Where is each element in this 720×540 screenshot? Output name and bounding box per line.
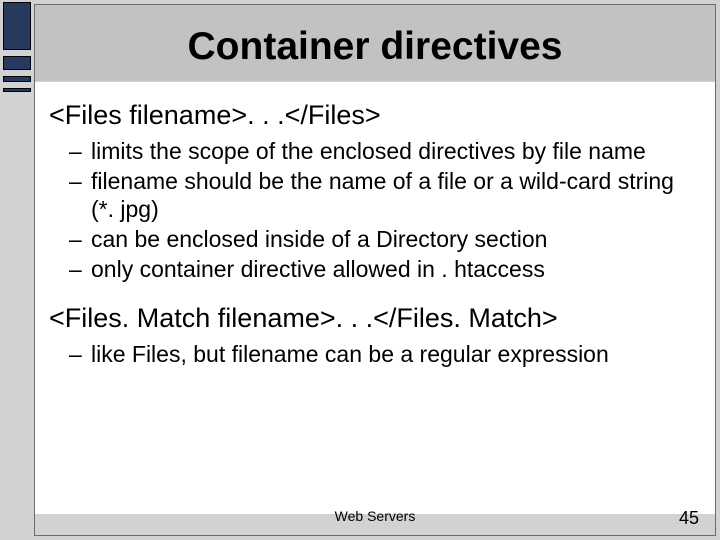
section2-heading: <Files. Match filename>. . .</Files. Mat… (35, 285, 715, 340)
side-decor-4 (3, 88, 31, 92)
title-bar: Container directives (35, 5, 715, 81)
content-area: <Files filename>. . .</Files> limits the… (35, 82, 715, 514)
list-item: filename should be the name of a file or… (91, 167, 691, 225)
section1-heading: <Files filename>. . .</Files> (35, 82, 715, 137)
section2-list: like Files, but filename can be a regula… (35, 340, 715, 370)
list-item: can be enclosed inside of a Directory se… (91, 225, 691, 255)
footer-page-number: 45 (679, 508, 699, 529)
side-decor-1 (3, 2, 31, 50)
slide: Container directives <Files filename>. .… (0, 0, 720, 540)
footer-center-text: Web Servers (35, 508, 715, 524)
section1-list: limits the scope of the enclosed directi… (35, 137, 715, 285)
slide-title: Container directives (35, 5, 715, 69)
list-item: like Files, but filename can be a regula… (91, 340, 691, 370)
list-item: only container directive allowed in . ht… (91, 255, 691, 285)
side-decor-3 (3, 76, 31, 82)
side-decor-2 (3, 56, 31, 70)
list-item: limits the scope of the enclosed directi… (91, 137, 691, 167)
